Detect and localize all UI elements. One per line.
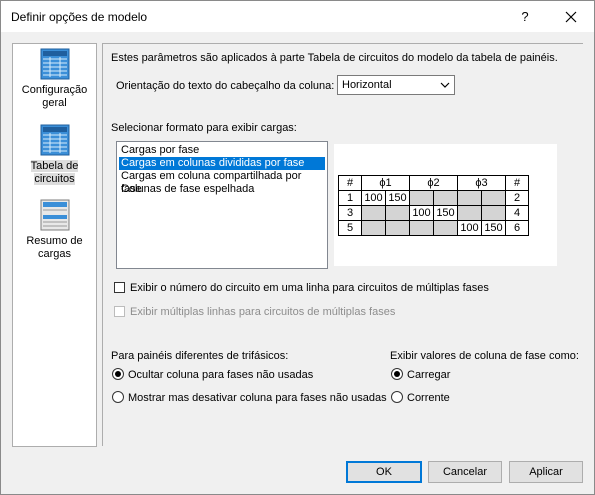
table-cell — [385, 220, 410, 236]
table-cell: ϕ3 — [457, 175, 506, 191]
table-cell — [433, 190, 458, 206]
list-item[interactable]: Cargas em coluna compartilhada por fase — [119, 170, 325, 195]
load-radio[interactable] — [391, 368, 403, 380]
table-row: 5 100 150 6 — [338, 220, 529, 236]
format-preview: # ϕ1 ϕ2 ϕ3 # 1 100 150 2 3 100 150 4 5 1… — [334, 144, 557, 266]
table-cell — [409, 190, 434, 206]
table-cell: 150 — [481, 220, 506, 236]
description-text: Estes parâmetros são aplicados à parte T… — [111, 52, 558, 64]
sidebar-item-circuits[interactable]: Tabela de circuitos — [16, 124, 93, 186]
table-cell — [457, 205, 482, 221]
table-row: # ϕ1 ϕ2 ϕ3 # — [338, 175, 529, 191]
circuit-number-label: Exibir o número do circuito em uma linha… — [130, 282, 489, 294]
table-cell: ϕ2 — [409, 175, 458, 191]
preview-table: # ϕ1 ϕ2 ϕ3 # 1 100 150 2 3 100 150 4 5 1… — [338, 175, 529, 236]
grid-table-icon — [40, 48, 69, 80]
close-button[interactable] — [559, 7, 583, 27]
table-cell — [457, 190, 482, 206]
table-cell — [481, 190, 506, 206]
table-cell: 100 — [457, 220, 482, 236]
table-cell: 2 — [505, 190, 529, 206]
table-cell — [385, 205, 410, 221]
apply-button[interactable]: Aplicar — [509, 461, 583, 483]
list-item[interactable]: Colunas de fase espelhada — [119, 183, 325, 196]
sidebar-item-load-summary[interactable]: Resumo de cargas — [16, 199, 93, 261]
help-button[interactable]: ? — [513, 7, 537, 27]
grid-table-icon — [40, 124, 69, 156]
multiple-lines-checkbox — [114, 306, 125, 317]
title-bar: Definir opções de modelo ? — [1, 1, 594, 32]
radio-dot — [115, 371, 121, 377]
table-cell: # — [505, 175, 529, 191]
orientation-label: Orientação do texto do cabeçalho da colu… — [116, 80, 335, 92]
current-radio[interactable] — [391, 391, 403, 403]
table-cell: 100 — [361, 190, 386, 206]
sidebar-item-label: Configuração geral — [21, 84, 88, 109]
table-cell: 5 — [338, 220, 362, 236]
show-disabled-phases-label: Mostrar mas desativar coluna para fases … — [128, 392, 387, 404]
table-cell: 150 — [385, 190, 410, 206]
circuit-number-checkbox[interactable] — [114, 282, 125, 293]
orientation-value: Horizontal — [342, 79, 392, 91]
chevron-down-icon — [440, 82, 450, 88]
non-three-phase-label: Para painéis diferentes de trifásicos: — [111, 350, 289, 362]
table-cell: 1 — [338, 190, 362, 206]
table-cell — [361, 220, 386, 236]
summary-table-icon — [40, 199, 69, 231]
table-cell: ϕ1 — [361, 175, 410, 191]
hide-unused-phases-radio[interactable] — [112, 368, 124, 380]
table-cell — [433, 220, 458, 236]
load-label: Carregar — [407, 369, 451, 381]
multiple-lines-label: Exibir múltiplas linhas para circuitos d… — [130, 306, 396, 318]
sidebar-item-label: Resumo de cargas — [26, 235, 83, 260]
list-item[interactable]: Cargas em colunas divididas por fase — [119, 157, 325, 170]
table-cell: 3 — [338, 205, 362, 221]
sidebar-item-general[interactable]: Configuração geral — [16, 48, 93, 110]
ok-button[interactable]: OK — [346, 461, 422, 483]
table-cell — [481, 205, 506, 221]
table-row: 1 100 150 2 — [338, 190, 529, 206]
table-cell — [361, 205, 386, 221]
radio-dot — [394, 371, 400, 377]
table-row: 3 100 150 4 — [338, 205, 529, 221]
dialog-window: Definir opções de modelo ? Configuração … — [0, 0, 595, 495]
cancel-button[interactable]: Cancelar — [428, 461, 502, 483]
close-icon — [565, 11, 577, 23]
phase-values-label: Exibir valores de coluna de fase como: — [390, 350, 579, 362]
window-title: Definir opções de modelo — [11, 10, 148, 24]
load-format-list[interactable]: Cargas por fase Cargas em colunas dividi… — [116, 141, 328, 269]
list-item[interactable]: Cargas por fase — [119, 144, 325, 157]
table-cell: # — [338, 175, 362, 191]
load-format-label: Selecionar formato para exibir cargas: — [111, 122, 297, 134]
table-cell: 6 — [505, 220, 529, 236]
current-label: Corrente — [407, 392, 450, 404]
table-cell: 100 — [409, 205, 434, 221]
table-cell: 150 — [433, 205, 458, 221]
orientation-select[interactable]: Horizontal — [337, 75, 455, 95]
hide-unused-phases-label: Ocultar coluna para fases não usadas — [128, 369, 314, 381]
table-cell — [409, 220, 434, 236]
sidebar: Configuração geral Tabela de circuitos R… — [12, 43, 97, 447]
table-cell: 4 — [505, 205, 529, 221]
sidebar-item-label: Tabela de circuitos — [30, 160, 79, 185]
show-disabled-phases-radio[interactable] — [112, 391, 124, 403]
